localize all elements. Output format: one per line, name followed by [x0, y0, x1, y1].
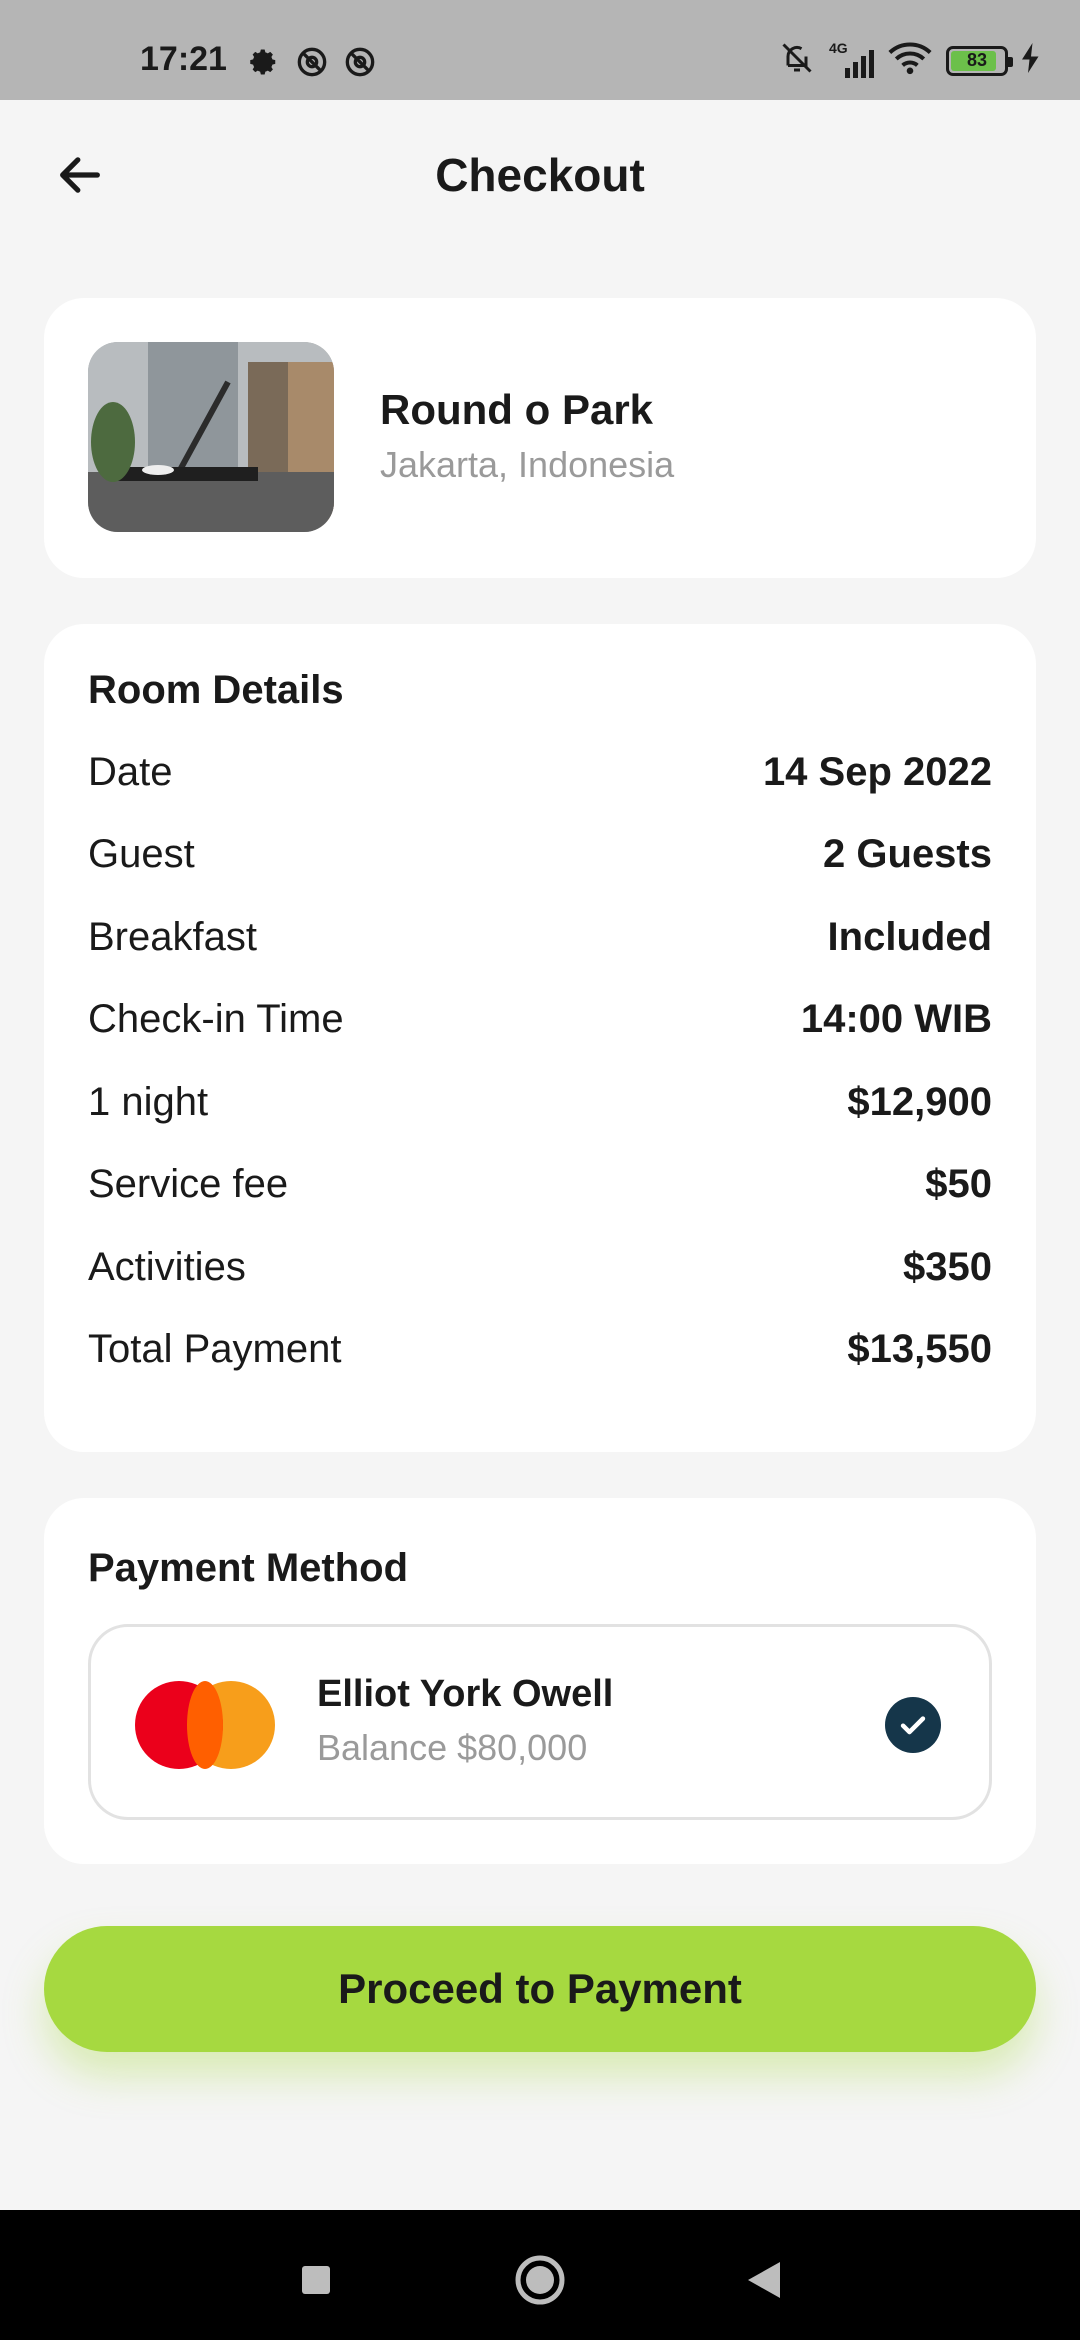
- status-time: 17:21: [140, 40, 227, 78]
- square-icon: [302, 2266, 330, 2294]
- detail-label: Breakfast: [88, 914, 257, 959]
- detail-row-guest: Guest 2 Guests: [88, 824, 992, 884]
- gear-icon: [246, 44, 282, 80]
- status-icons-left: [246, 44, 378, 80]
- app-header: Checkout: [0, 100, 1080, 250]
- detail-row-night: 1 night $12,900: [88, 1072, 992, 1132]
- battery-level: 83: [966, 50, 988, 70]
- detail-value: 2 Guests: [823, 831, 992, 876]
- hotel-card[interactable]: Round o Park Jakarta, Indonesia: [44, 298, 1036, 578]
- detail-row-total-payment: Total Payment $13,550: [88, 1319, 992, 1379]
- back-nav-button[interactable]: [734, 2250, 794, 2310]
- hotel-name: Round o Park: [380, 386, 654, 433]
- detail-row-activities: Activities $350: [88, 1237, 992, 1297]
- network-type: 4G: [829, 39, 848, 56]
- detail-row-service-fee: Service fee $50: [88, 1154, 992, 1214]
- status-bar: 17:21 4G 83: [0, 0, 1080, 100]
- detail-row-date: Date 14 Sep 2022: [88, 742, 992, 802]
- detail-label: 1 night: [88, 1079, 209, 1124]
- status-icons-right: 4G 83: [779, 40, 1040, 81]
- detail-label: Service fee: [88, 1161, 289, 1206]
- payment-method-title: Payment Method: [88, 1546, 409, 1590]
- detail-label: Date: [88, 749, 173, 794]
- hotel-image: [88, 342, 334, 532]
- card-balance: Balance $80,000: [317, 1727, 588, 1768]
- mastercard-icon: [135, 1681, 275, 1769]
- proceed-to-payment-button[interactable]: Proceed to Payment: [44, 1926, 1036, 2052]
- detail-value: Included: [827, 914, 992, 959]
- at-icon: [294, 44, 330, 80]
- detail-value: $13,550: [847, 1326, 992, 1371]
- battery-icon: 83: [946, 45, 1013, 76]
- signal-icon: 4G: [829, 40, 874, 78]
- detail-value: 14 Sep 2022: [762, 749, 992, 794]
- detail-label: Activities: [88, 1244, 246, 1289]
- recent-apps-button[interactable]: [286, 2250, 346, 2310]
- payment-option[interactable]: Elliot York Owell Balance $80,000: [88, 1624, 992, 1820]
- charging-icon: [1022, 43, 1040, 78]
- detail-label: Total Payment: [88, 1326, 342, 1371]
- card-holder-name: Elliot York Owell: [317, 1673, 614, 1715]
- check-circle-icon[interactable]: [885, 1697, 941, 1753]
- detail-value: $50: [925, 1161, 992, 1206]
- room-details-title: Room Details: [88, 668, 344, 712]
- payment-method-card: Payment Method Elliot York Owell Balance…: [44, 1498, 1036, 1864]
- home-button[interactable]: [510, 2250, 570, 2310]
- system-nav-bar: [0, 2210, 1080, 2340]
- detail-value: 14:00 WIB: [800, 996, 992, 1041]
- detail-value: $12,900: [847, 1079, 992, 1124]
- detail-row-checkin-time: Check-in Time 14:00 WIB: [88, 989, 992, 1049]
- bell-off-icon: [779, 40, 815, 81]
- room-details-card: Room Details Date 14 Sep 2022 Guest 2 Gu…: [44, 624, 1036, 1452]
- detail-label: Check-in Time: [88, 996, 344, 1041]
- wifi-icon: [888, 41, 932, 80]
- detail-value: $350: [903, 1244, 992, 1289]
- detail-label: Guest: [88, 831, 195, 876]
- triangle-back-icon: [748, 2262, 780, 2298]
- detail-row-breakfast: Breakfast Included: [88, 907, 992, 967]
- circle-icon: [515, 2255, 565, 2305]
- hotel-location: Jakarta, Indonesia: [380, 444, 675, 485]
- page-title: Checkout: [435, 149, 645, 201]
- at-icon: [342, 44, 378, 80]
